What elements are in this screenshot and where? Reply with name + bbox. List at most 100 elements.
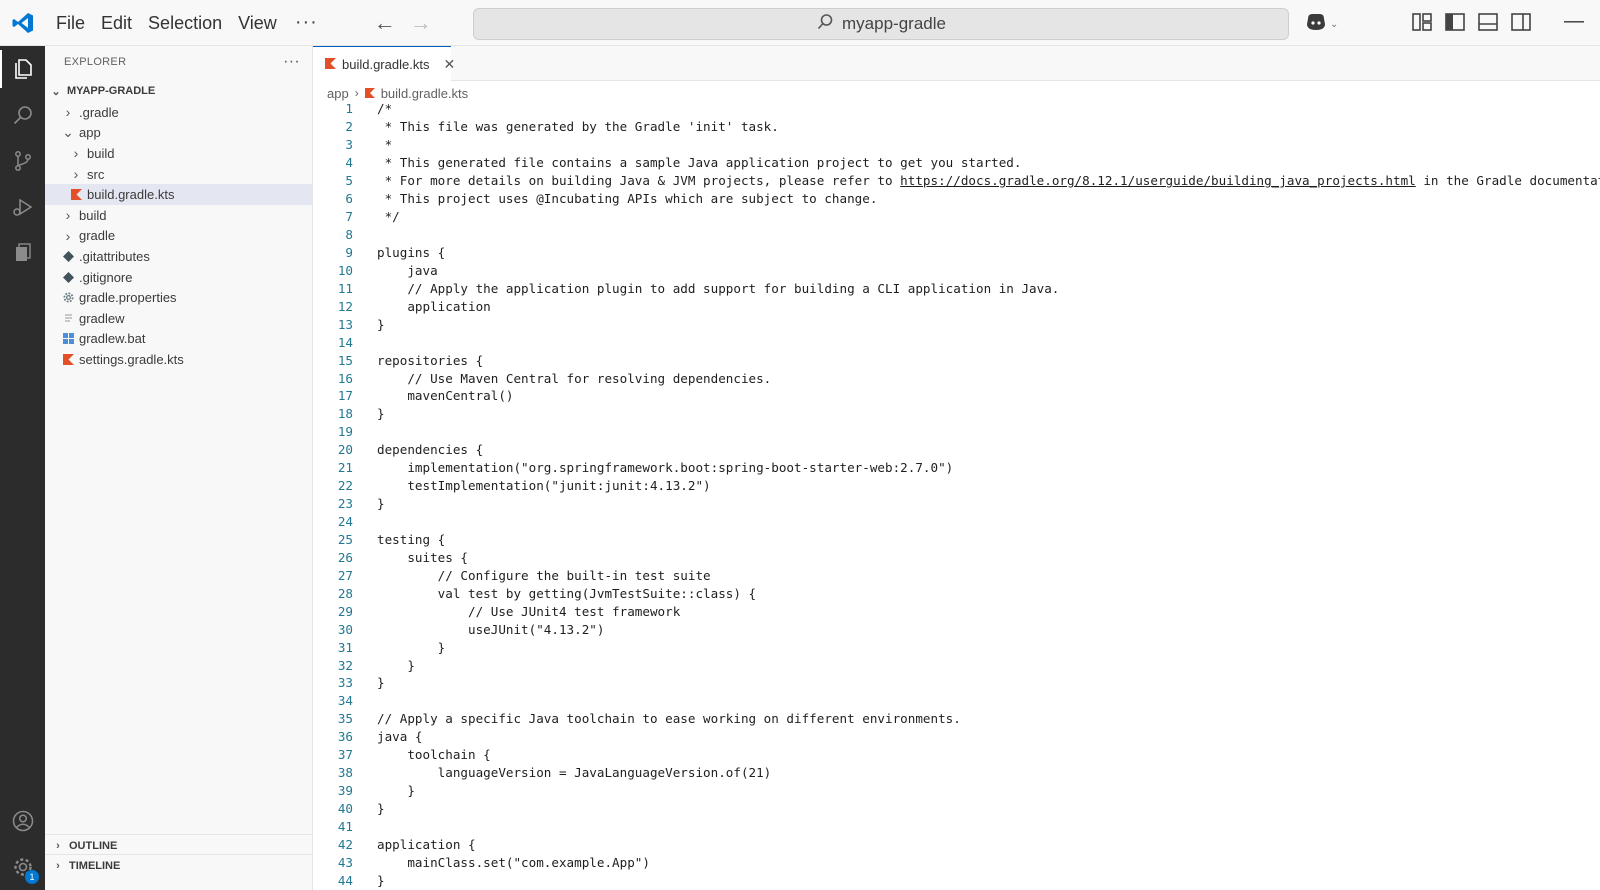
line-number: 21 xyxy=(337,460,353,476)
tree-item[interactable]: .gitattributes xyxy=(45,246,312,267)
workspace-root[interactable]: ⌄ MYAPP-GRADLE xyxy=(45,80,312,102)
line-number: 41 xyxy=(337,818,353,834)
run-and-debug-icon[interactable] xyxy=(0,184,45,230)
chevron-right-icon: › xyxy=(73,166,79,183)
line-number: 35 xyxy=(337,711,353,727)
tree-item[interactable]: gradlew xyxy=(45,308,312,329)
code-text: java xyxy=(377,262,438,278)
outline-section[interactable]: › OUTLINE xyxy=(45,834,313,856)
menu-view[interactable]: View xyxy=(230,8,285,38)
activity-bar: 1 xyxy=(0,46,45,890)
line-number: 43 xyxy=(337,854,353,870)
back-arrow-icon[interactable]: ← xyxy=(374,11,396,34)
code-text: } xyxy=(377,639,446,655)
code-text: application { xyxy=(377,836,476,852)
manage-gear-icon[interactable]: 1 xyxy=(0,844,45,890)
line-number: 12 xyxy=(337,298,353,314)
line-number: 13 xyxy=(337,316,353,332)
tree-item-label: build xyxy=(79,207,107,223)
line-number: 16 xyxy=(337,370,353,386)
code-text: // Apply the application plugin to add s… xyxy=(377,280,1060,296)
code-line: 34 xyxy=(313,692,1600,710)
code-editor[interactable]: 1/* 2 * This file was generated by the Gr… xyxy=(313,100,1600,889)
tree-item[interactable]: settings.gradle.kts xyxy=(45,349,312,370)
code-line: 7 */ xyxy=(313,208,1600,226)
menu-selection[interactable]: Selection xyxy=(140,8,230,38)
code-line: 31 } xyxy=(313,638,1600,656)
tree-item-label: src xyxy=(87,166,105,182)
customize-layout-icon[interactable] xyxy=(1412,13,1432,36)
code-line: 8 xyxy=(313,226,1600,244)
code-text: // Use Maven Central for resolving depen… xyxy=(377,370,772,386)
toggle-panel-icon[interactable] xyxy=(1478,13,1498,36)
tree-item[interactable]: build.gradle.kts xyxy=(45,184,312,205)
tree-item-label: app xyxy=(79,125,101,141)
line-number: 25 xyxy=(337,531,353,547)
outline-label: OUTLINE xyxy=(69,839,118,852)
menu-file[interactable]: File xyxy=(48,8,93,38)
line-number: 2 xyxy=(345,119,353,135)
code-line: 24 xyxy=(313,513,1600,531)
command-center-search[interactable]: myapp-gradle xyxy=(473,8,1289,40)
code-line: 5 * For more details on building Java & … xyxy=(313,172,1600,190)
line-number: 29 xyxy=(337,603,353,619)
windows-file-icon xyxy=(61,333,75,345)
code-line: 37 toolchain { xyxy=(313,746,1600,764)
gear-icon xyxy=(61,292,75,303)
code-text: * This generated file contains a sample … xyxy=(377,155,1022,171)
timeline-section[interactable]: › TIMELINE xyxy=(45,854,313,876)
tab-label: build.gradle.kts xyxy=(342,56,430,72)
tree-item[interactable]: › .gradle xyxy=(45,102,312,123)
code-line: 44} xyxy=(313,871,1600,889)
tab-build-gradle-kts[interactable]: build.gradle.kts ✕ xyxy=(313,46,455,81)
tree-item[interactable]: › src xyxy=(45,164,312,185)
line-number: 23 xyxy=(337,496,353,512)
source-control-icon[interactable] xyxy=(0,138,45,184)
tree-item[interactable]: ⌄ app xyxy=(45,123,312,144)
accounts-icon[interactable] xyxy=(0,798,45,844)
code-line: 14 xyxy=(313,333,1600,351)
code-text: * This project uses @Incubating APIs whi… xyxy=(377,191,878,207)
forward-arrow-icon[interactable]: → xyxy=(410,11,432,34)
explorer-icon[interactable] xyxy=(0,46,45,92)
tree-item[interactable]: gradle.properties xyxy=(45,287,312,308)
more-actions-icon[interactable]: ··· xyxy=(283,53,300,71)
code-line: 1 /* xyxy=(313,100,1600,118)
code-text: java { xyxy=(377,729,423,745)
line-number: 20 xyxy=(337,442,353,458)
code-line: 20 dependencies { xyxy=(313,441,1600,459)
code-line: 30 useJUnit("4.13.2") xyxy=(313,620,1600,638)
minimize-button[interactable]: — xyxy=(1564,10,1584,33)
docs-link[interactable]: https://docs.gradle.org/8.12.1/userguide… xyxy=(900,173,1416,188)
code-text: useJUnit("4.13.2") xyxy=(377,621,605,637)
menu-bar: File Edit Selection View ··· xyxy=(46,0,328,46)
toggle-secondary-sidebar-icon[interactable] xyxy=(1511,13,1531,36)
breadcrumb-file[interactable]: build.gradle.kts xyxy=(381,86,468,101)
line-number: 39 xyxy=(337,783,353,799)
tree-item[interactable]: › build xyxy=(45,143,312,164)
line-number: 34 xyxy=(337,693,353,709)
code-text: application xyxy=(377,298,491,314)
tree-item[interactable]: › gradle xyxy=(45,226,312,247)
extensions-icon[interactable] xyxy=(0,230,45,276)
tree-item[interactable]: gradlew.bat xyxy=(45,329,312,350)
update-badge: 1 xyxy=(25,870,39,884)
line-number: 32 xyxy=(337,657,353,673)
tree-item[interactable]: › build xyxy=(45,205,312,226)
copilot-icon xyxy=(1304,11,1328,38)
vscode-logo-icon xyxy=(0,0,46,46)
close-icon[interactable]: ✕ xyxy=(443,56,455,73)
toggle-primary-sidebar-icon[interactable] xyxy=(1445,13,1465,36)
more-menu-button[interactable]: ··· xyxy=(285,11,328,34)
code-line: 12 application xyxy=(313,297,1600,315)
tree-item[interactable]: .gitignore xyxy=(45,267,312,288)
code-text: val test by getting(JvmTestSuite::class)… xyxy=(377,585,757,601)
line-number: 9 xyxy=(345,244,353,260)
copilot-button[interactable]: ⌄ xyxy=(1304,11,1338,38)
chevron-down-icon: ⌄ xyxy=(1330,19,1339,30)
search-icon[interactable] xyxy=(0,92,45,138)
breadcrumb-folder[interactable]: app xyxy=(327,86,349,101)
code-line: 6 * This project uses @Incubating APIs w… xyxy=(313,190,1600,208)
menu-edit[interactable]: Edit xyxy=(93,8,140,38)
code-line: 18} xyxy=(313,405,1600,423)
